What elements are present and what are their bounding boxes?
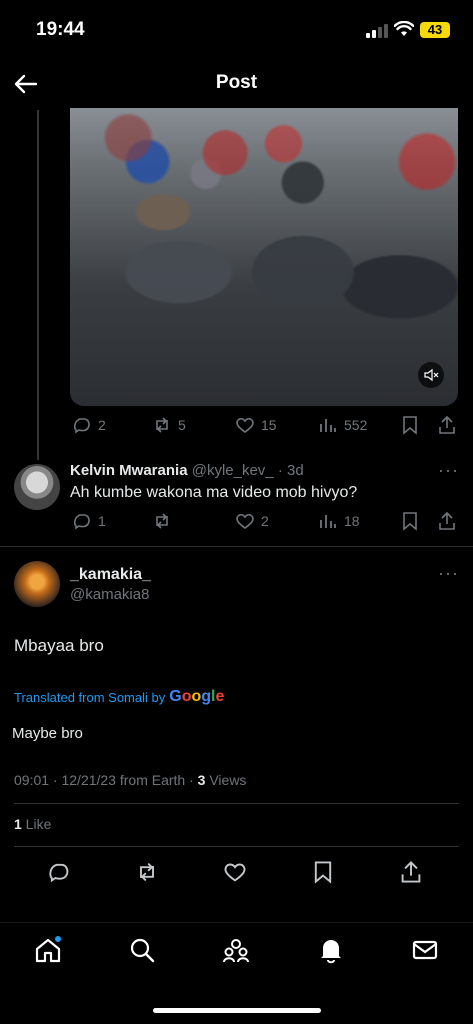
post-likes-label: Like	[21, 816, 52, 832]
post-more-options-icon[interactable]: ···	[438, 563, 459, 584]
video-player[interactable]	[70, 108, 458, 406]
reply-age: · 3d	[277, 462, 304, 479]
views-chart-icon	[320, 515, 336, 528]
home-indicator	[153, 1008, 321, 1013]
reply-author-name[interactable]: Kelvin Mwarania	[70, 462, 188, 479]
reply-author-handle[interactable]: @kyle_kev_	[192, 462, 274, 479]
like-count: 15	[261, 417, 277, 433]
post-translation: Maybe bro	[12, 725, 83, 742]
status-time: 19:44	[36, 19, 85, 40]
communities-icon[interactable]	[222, 936, 250, 964]
bookmark-icon[interactable]	[311, 860, 335, 884]
reply-author[interactable]: Kelvin Mwarania @kyle_kev_ · 3d	[70, 462, 304, 479]
divider	[14, 846, 459, 847]
avatar[interactable]	[14, 561, 60, 607]
reply-bookmark-action[interactable]	[400, 511, 420, 531]
reply-reply-count: 1	[98, 513, 106, 529]
post-text: Mbayaa bro	[14, 636, 104, 655]
mute-toggle-button[interactable]	[418, 362, 444, 388]
heart-icon	[236, 513, 254, 529]
post-author-name[interactable]: _kamakia_	[70, 566, 151, 584]
heart-icon	[236, 417, 254, 433]
wifi-icon	[394, 21, 414, 36]
repost-icon	[156, 513, 168, 529]
reply-views-action[interactable]: 18	[318, 511, 360, 531]
heart-icon[interactable]	[223, 860, 247, 884]
reply-like-action[interactable]: 2	[235, 511, 269, 531]
post-metadata: 09:01 · 12/21/23 from Earth · 3 Views	[14, 772, 246, 788]
post-likes-count: 1	[14, 816, 22, 832]
repost-icon[interactable]	[135, 860, 159, 884]
google-logo: Google	[169, 688, 225, 705]
reply-bubble-icon	[74, 514, 90, 530]
reply-like-count: 2	[261, 513, 269, 529]
reply-more-options-icon[interactable]: ···	[438, 460, 459, 481]
search-icon[interactable]	[128, 936, 156, 964]
reply-action[interactable]: 2	[72, 415, 106, 435]
page-title: Post	[215, 72, 258, 93]
translated-label: Translated from Somali by	[14, 689, 166, 705]
post-likes[interactable]: 1 Like	[14, 816, 51, 832]
reply-share-action[interactable]	[437, 511, 457, 531]
post-author-handle[interactable]: @kamakia8	[70, 586, 149, 603]
repost-icon	[156, 417, 168, 433]
speaker-muted-icon	[424, 368, 439, 382]
bookmark-action[interactable]	[400, 415, 420, 435]
repost-action[interactable]: 5	[152, 415, 186, 435]
translation-attribution[interactable]: Translated from Somali by Google	[14, 688, 224, 706]
reply-repost-action[interactable]	[152, 511, 178, 531]
notifications-bell-icon[interactable]	[317, 936, 345, 964]
reply-bubble-icon	[74, 418, 90, 434]
share-icon[interactable]	[399, 860, 423, 884]
avatar[interactable]	[14, 464, 60, 510]
reply-count: 2	[98, 417, 106, 433]
views-count: 552	[344, 417, 368, 433]
bookmark-icon	[403, 512, 417, 531]
bookmark-icon	[403, 416, 417, 435]
share-action[interactable]	[437, 415, 457, 435]
reply-bubble-icon[interactable]	[47, 860, 71, 884]
battery-indicator: 43	[420, 22, 450, 38]
share-icon	[439, 415, 455, 434]
video-frame	[70, 108, 458, 406]
post-views-label: Views	[205, 772, 247, 788]
divider	[14, 803, 459, 804]
views-chart-icon	[320, 419, 336, 432]
home-icon[interactable]	[34, 936, 62, 964]
views-action[interactable]: 552	[318, 415, 367, 435]
thread-connector-line	[37, 110, 39, 460]
repost-count: 5	[178, 417, 186, 433]
messages-envelope-icon[interactable]	[411, 936, 439, 964]
divider	[0, 546, 473, 547]
share-icon	[439, 511, 455, 530]
like-action[interactable]: 15	[235, 415, 277, 435]
post-timestamp: 09:01 · 12/21/23 from Earth ·	[14, 772, 198, 788]
cellular-signal-icon	[366, 24, 388, 38]
reply-reply-action[interactable]: 1	[72, 511, 106, 531]
reply-views-count: 18	[344, 513, 360, 529]
reply-text: Ah kumbe wakona ma video mob hivyo?	[70, 484, 358, 501]
